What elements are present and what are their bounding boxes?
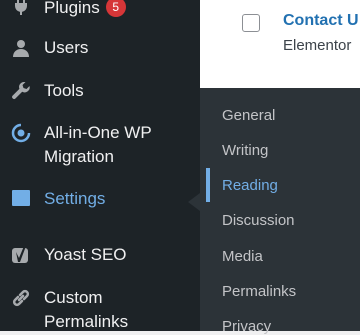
submenu-item-media[interactable]: Media bbox=[222, 248, 263, 265]
users-icon bbox=[10, 37, 32, 59]
flyout-pointer bbox=[188, 193, 200, 211]
settings-submenu: General Writing Reading Discussion Media… bbox=[200, 88, 360, 335]
yoast-icon bbox=[10, 244, 32, 266]
migration-icon bbox=[10, 122, 32, 144]
sidebar-item-label: Tools bbox=[44, 81, 84, 100]
sidebar-item-label: Users bbox=[44, 38, 89, 57]
submenu-item-writing[interactable]: Writing bbox=[222, 142, 268, 159]
submenu-item-general[interactable]: General bbox=[222, 107, 275, 124]
sidebar-item-custom-permalinks[interactable]: Custom Permalinks bbox=[0, 286, 200, 334]
sidebar-item-plugins[interactable]: Plugins 5 bbox=[0, 0, 200, 20]
active-indicator bbox=[206, 168, 210, 202]
sidebar-item-settings[interactable]: Settings bbox=[0, 187, 200, 211]
settings-icon bbox=[10, 187, 32, 209]
sidebar-item-label-line1: All-in-One WP bbox=[44, 123, 152, 142]
plugins-icon bbox=[10, 0, 32, 18]
sidebar-item-all-in-one-wp-migration[interactable]: All-in-One WP Migration bbox=[0, 121, 200, 169]
sidebar-item-label: Plugins bbox=[44, 0, 100, 17]
posts-list-panel: Contact U Elementor bbox=[200, 0, 360, 89]
sidebar-item-label-line2: Permalinks bbox=[44, 312, 129, 331]
admin-sidebar: Plugins 5 Users Tools All-in-One WP Migra… bbox=[0, 0, 200, 331]
submenu-item-discussion[interactable]: Discussion bbox=[222, 212, 295, 229]
sidebar-item-yoast-seo[interactable]: Yoast SEO bbox=[0, 243, 200, 267]
row-subtitle: Elementor bbox=[283, 37, 352, 54]
update-count-badge: 5 bbox=[105, 0, 126, 17]
sidebar-item-users[interactable]: Users bbox=[0, 36, 200, 60]
submenu-item-privacy[interactable]: Privacy bbox=[222, 318, 271, 335]
row-title-link[interactable]: Contact U bbox=[283, 12, 359, 30]
row-checkbox[interactable] bbox=[242, 14, 260, 32]
tools-icon bbox=[10, 80, 32, 102]
sidebar-item-label-line2: Migration bbox=[44, 147, 114, 166]
submenu-item-permalinks[interactable]: Permalinks bbox=[222, 283, 296, 300]
link-icon bbox=[10, 287, 32, 309]
sidebar-item-label: Yoast SEO bbox=[44, 245, 127, 264]
sidebar-item-label: Settings bbox=[44, 189, 106, 208]
sidebar-item-tools[interactable]: Tools bbox=[0, 79, 200, 103]
sidebar-item-label-line1: Custom bbox=[44, 288, 103, 307]
submenu-item-reading[interactable]: Reading bbox=[222, 177, 278, 194]
